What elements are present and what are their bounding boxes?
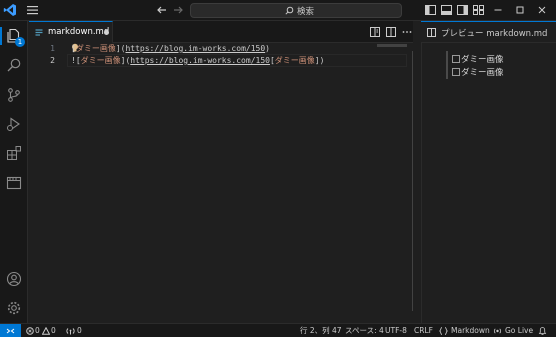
preview-image: ダミー画像 [452, 66, 504, 78]
search-icon[interactable] [6, 57, 22, 73]
vscode-logo-icon [3, 4, 16, 16]
tab-label: markdown.md [48, 27, 110, 37]
preview-icon [427, 28, 436, 37]
toggle-secondary-sidebar-icon[interactable] [457, 5, 468, 15]
forward-arrow-icon[interactable] [172, 4, 184, 16]
activity-bar: 1 [0, 21, 28, 323]
title-bar: 検索 [0, 0, 556, 21]
code-link[interactable]: https://blog.im-works.com/150 [125, 44, 265, 53]
go-live-button[interactable]: Go Live [505, 325, 533, 337]
explorer-badge: 1 [15, 37, 25, 47]
error-count[interactable]: 0 [35, 325, 40, 337]
back-arrow-icon[interactable] [156, 4, 168, 16]
search-icon [285, 6, 294, 15]
remote-indicator[interactable] [0, 324, 21, 337]
code-token: ダミー画像 [75, 44, 116, 53]
encoding[interactable]: UTF-8 [385, 325, 407, 337]
code-token: ダミー画像 [80, 56, 121, 65]
warning-count[interactable]: 0 [51, 325, 56, 337]
image-alt-text: ダミー画像 [461, 68, 504, 78]
gear-icon[interactable] [6, 300, 22, 316]
indentation[interactable]: スペース: 4 [345, 325, 384, 337]
menu-icon[interactable] [27, 5, 38, 15]
active-indicator [0, 27, 2, 45]
toggle-panel-icon[interactable] [441, 5, 452, 15]
customize-layout-icon[interactable] [473, 5, 484, 15]
maximize-icon[interactable] [513, 3, 527, 17]
extensions-icon[interactable] [6, 145, 22, 161]
preview-tab-label[interactable]: プレビュー markdown.md [441, 27, 547, 39]
remote-explorer-icon[interactable] [6, 175, 22, 191]
toggle-primary-sidebar-icon[interactable] [425, 5, 436, 15]
bell-icon[interactable] [538, 326, 547, 336]
preview-tab-bar: プレビュー markdown.md [421, 21, 556, 43]
split-editor-icon[interactable] [386, 27, 396, 37]
code-editor[interactable]: 1 2 [ダミー画像](https://blog.im-works.com/15… [29, 43, 420, 323]
ports-icon[interactable] [66, 327, 75, 335]
code-token: ダミー画像 [274, 56, 315, 65]
status-bar: 0 0 0 行 2、列 47 スペース: 4 UTF-8 CRLF Markdo… [0, 323, 556, 337]
minimize-icon[interactable] [491, 3, 505, 17]
close-icon[interactable] [535, 3, 549, 17]
broadcast-icon [493, 328, 502, 334]
cursor-position[interactable]: 行 2、列 47 [300, 325, 342, 337]
code-token: ]) [314, 56, 325, 65]
code-token: ![ [71, 56, 81, 65]
braces-icon [439, 327, 448, 335]
warning-icon[interactable] [42, 327, 50, 335]
open-preview-to-side-icon[interactable] [370, 27, 380, 37]
command-center-search[interactable]: 検索 [190, 3, 402, 18]
run-and-debug-icon[interactable] [6, 116, 22, 132]
code-link[interactable]: https://blog.im-works.com/150 [130, 56, 270, 65]
remote-icon [6, 328, 15, 334]
ports-count[interactable]: 0 [77, 325, 82, 337]
broken-image-icon [452, 55, 460, 63]
markdown-file-icon [35, 29, 43, 36]
broken-image-icon [452, 68, 460, 76]
end-of-line[interactable]: CRLF [414, 325, 433, 337]
line-number: 2 [50, 56, 55, 65]
more-actions-icon[interactable] [402, 27, 412, 37]
code-line-1: [ダミー画像](https://blog.im-works.com/150) [71, 43, 270, 55]
search-label: 検索 [297, 7, 315, 17]
account-icon[interactable] [6, 271, 22, 287]
minimap[interactable] [377, 44, 407, 47]
language-mode[interactable]: Markdown [451, 325, 490, 337]
preview-border [446, 51, 448, 79]
code-token: ]( [120, 56, 131, 65]
preview-image: ダミー画像 [452, 53, 504, 65]
image-alt-text: ダミー画像 [461, 55, 504, 65]
split-divider[interactable] [413, 21, 421, 323]
error-icon[interactable] [26, 327, 34, 335]
code-token: ) [265, 44, 270, 53]
markdown-preview: ダミー画像 ダミー画像 [421, 43, 556, 323]
line-number: 1 [50, 44, 55, 53]
code-line-2: ![ダミー画像](https://blog.im-works.com/150[ダ… [71, 55, 324, 67]
editor-tab-bar: markdown.md [29, 21, 413, 43]
source-control-icon[interactable] [6, 87, 22, 103]
unsaved-dot-icon[interactable] [104, 30, 109, 35]
tab-markdown[interactable]: markdown.md [29, 21, 113, 43]
